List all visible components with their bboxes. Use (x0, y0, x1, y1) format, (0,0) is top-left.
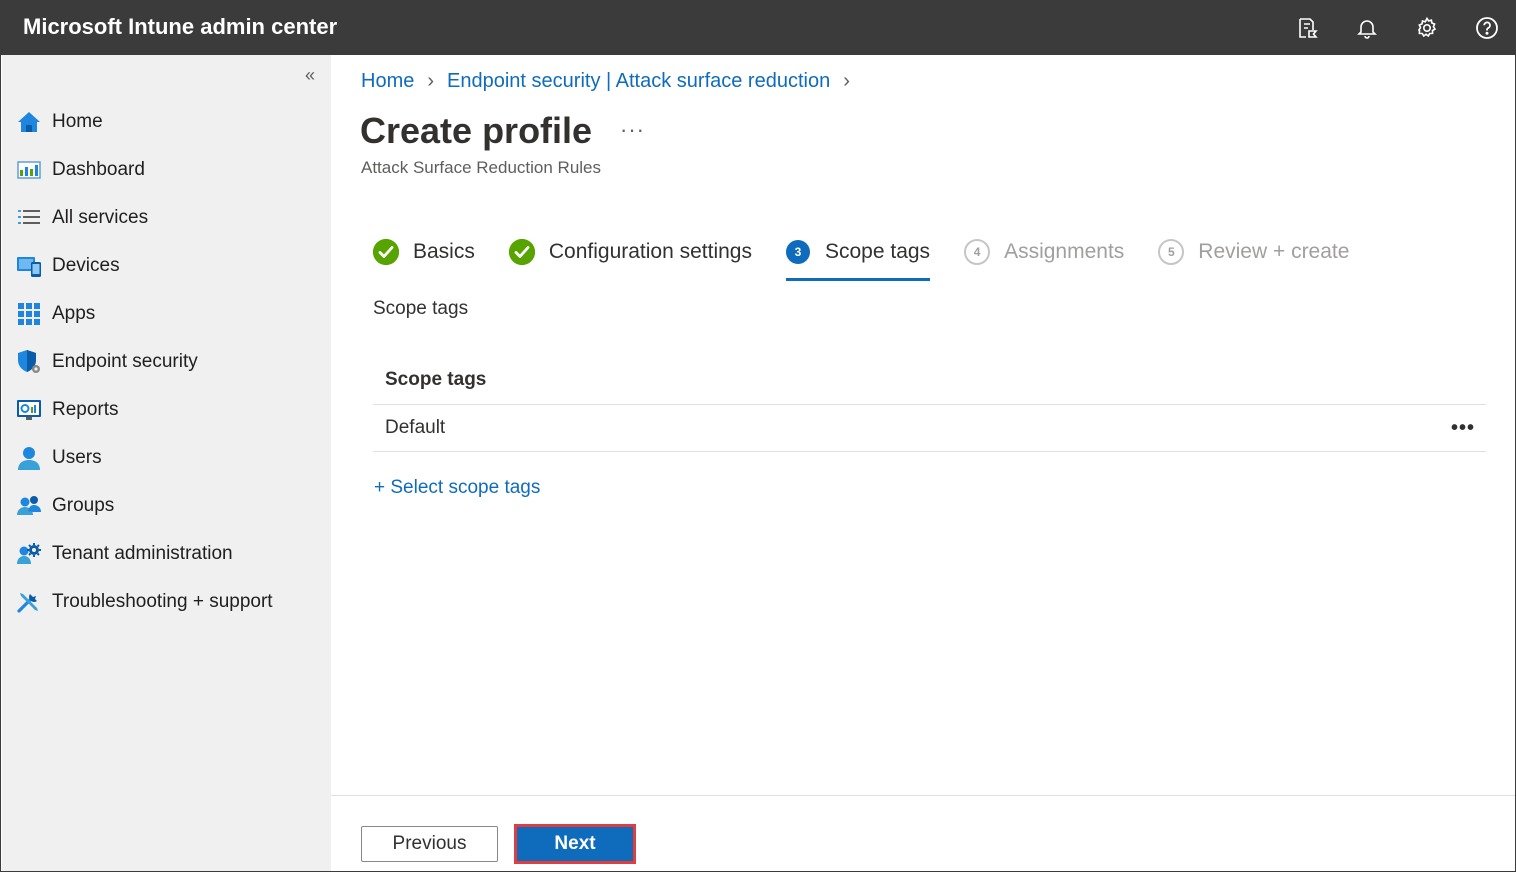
breadcrumb-home-link[interactable]: Home (361, 70, 414, 93)
apps-icon (16, 301, 42, 327)
sidebar-item-label: Apps (52, 303, 96, 324)
sidebar-item-endpoint-security[interactable]: Endpoint security (2, 338, 331, 386)
groups-icon (16, 493, 42, 519)
tenant-admin-icon (16, 541, 42, 567)
tab-basics[interactable]: Basics (373, 235, 475, 269)
top-bar: Microsoft Intune admin center (1, 1, 1515, 55)
breadcrumb: Home › Endpoint security | Attack surfac… (361, 70, 863, 93)
footer-bar: Previous Next (331, 795, 1515, 871)
reports-icon (16, 397, 42, 423)
step-label: Review + create (1198, 240, 1350, 263)
feedback-icon[interactable] (1277, 1, 1337, 55)
sidebar-nav: Home Dashboard All services Devices Apps… (2, 98, 331, 626)
sidebar-item-troubleshooting[interactable]: Troubleshooting + support (2, 578, 331, 626)
chevron-right-icon: › (427, 70, 435, 92)
home-icon (16, 109, 42, 135)
step-number-badge: 3 (785, 240, 810, 264)
collapse-sidebar-icon[interactable]: « (300, 65, 320, 85)
step-number-badge: 5 (1158, 239, 1185, 265)
page-title: Create profile (360, 110, 593, 151)
sidebar: « Home Dashboard All services Devices Ap… (2, 55, 331, 871)
step-number-badge: 4 (964, 239, 991, 265)
next-button[interactable]: Next (514, 824, 636, 864)
sidebar-item-label: Endpoint security (52, 351, 198, 372)
page-subtitle: Attack Surface Reduction Rules (361, 158, 602, 177)
step-label: Configuration settings (548, 240, 752, 263)
notifications-icon[interactable] (1337, 1, 1397, 55)
sidebar-item-users[interactable]: Users (2, 434, 331, 482)
users-icon (16, 445, 42, 471)
sidebar-item-dashboard[interactable]: Dashboard (2, 146, 331, 194)
sidebar-item-label: Dashboard (52, 159, 145, 180)
sidebar-item-devices[interactable]: Devices (2, 242, 331, 290)
scope-tag-name: Default (385, 417, 446, 438)
breadcrumb-endpoint-security-link[interactable]: Endpoint security | Attack surface reduc… (447, 70, 830, 93)
app-title[interactable]: Microsoft Intune admin center (23, 14, 337, 40)
tab-scope-tags[interactable]: 3 Scope tags (785, 235, 931, 281)
step-label: Assignments (1004, 240, 1125, 263)
checkmark-icon (373, 239, 399, 265)
sidebar-item-apps[interactable]: Apps (2, 290, 331, 338)
app-frame: Microsoft Intune admin center « Home Das… (0, 0, 1516, 872)
sidebar-item-home[interactable]: Home (2, 98, 331, 146)
tab-assignments[interactable]: 4 Assignments (964, 235, 1124, 269)
sidebar-item-label: Troubleshooting + support (52, 591, 273, 612)
section-label: Scope tags (373, 298, 469, 319)
table-row[interactable]: Default ••• (373, 405, 1486, 452)
devices-icon (16, 253, 42, 279)
main-content: Home › Endpoint security | Attack surfac… (331, 55, 1515, 795)
tab-review-create[interactable]: 5 Review + create (1158, 235, 1349, 269)
sidebar-item-groups[interactable]: Groups (2, 482, 331, 530)
sidebar-item-label: All services (52, 207, 149, 228)
scope-tags-table: Scope tags Default ••• (373, 355, 1486, 452)
all-services-icon (16, 205, 42, 231)
sidebar-item-label: Reports (52, 399, 119, 420)
endpoint-security-icon (16, 349, 42, 375)
sidebar-item-reports[interactable]: Reports (2, 386, 331, 434)
chevron-right-icon: › (843, 70, 850, 92)
sidebar-item-all-services[interactable]: All services (2, 194, 331, 242)
sidebar-item-label: Home (52, 111, 103, 132)
troubleshooting-icon (16, 589, 42, 615)
step-label: Basics (413, 240, 475, 263)
top-icons (1277, 1, 1515, 55)
sidebar-item-label: Users (52, 447, 102, 468)
previous-button[interactable]: Previous (361, 826, 498, 862)
sidebar-item-label: Groups (52, 495, 115, 516)
help-icon[interactable] (1457, 1, 1515, 55)
select-scope-tags-link[interactable]: + Select scope tags (374, 477, 540, 499)
wizard-steps: Basics Configuration settings 3 Scope ta… (373, 235, 1383, 281)
step-label: Scope tags (824, 240, 931, 263)
sidebar-item-label: Devices (52, 255, 120, 276)
sidebar-item-label: Tenant administration (52, 543, 233, 564)
sidebar-item-tenant-administration[interactable]: Tenant administration (2, 530, 331, 578)
tab-configuration-settings[interactable]: Configuration settings (508, 235, 752, 269)
more-options-icon[interactable]: ··· (620, 117, 645, 143)
settings-icon[interactable] (1397, 1, 1457, 55)
checkmark-icon (508, 239, 535, 265)
dashboard-icon (16, 157, 42, 183)
table-header: Scope tags (373, 355, 1486, 405)
row-more-options-icon[interactable]: ••• (1448, 413, 1478, 443)
